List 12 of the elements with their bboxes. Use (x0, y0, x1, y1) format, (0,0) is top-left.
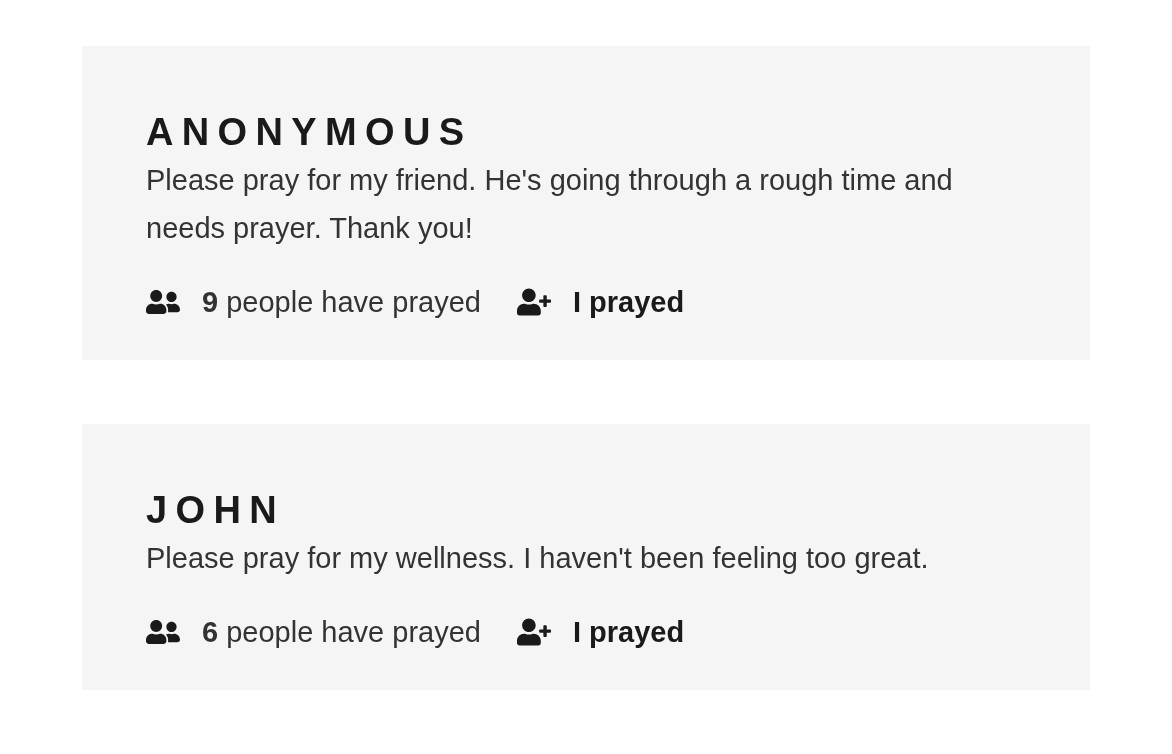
user-plus-icon (516, 618, 551, 646)
request-message: Please pray for my wellness. I haven't been feeling too great. (146, 541, 930, 576)
requester-name: ANONYMOUS (146, 112, 473, 152)
request-message: Please pray for my friend. He's going through a rough time and needs prayer. Thank you! (146, 163, 954, 246)
i-prayed-button[interactable]: I prayed (516, 282, 685, 322)
prayed-count: 6 people have prayed (202, 615, 481, 650)
requester-name: JOHN (146, 490, 286, 530)
people-icon (146, 617, 180, 647)
i-prayed-button[interactable]: I prayed (516, 612, 685, 652)
user-plus-icon (516, 288, 551, 316)
prayed-count: 9 people have prayed (202, 285, 481, 320)
people-icon (146, 287, 180, 317)
